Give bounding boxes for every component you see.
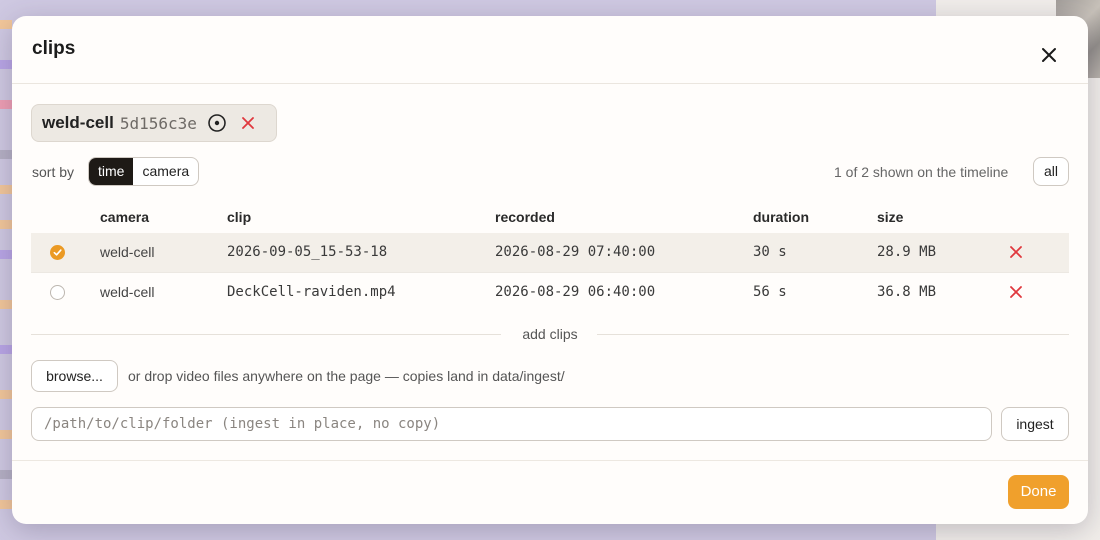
- column-header-size: size: [877, 209, 904, 225]
- row-duration: 30 s: [753, 244, 787, 260]
- row-size: 36.8 MB: [877, 284, 937, 300]
- locate-camera-button[interactable]: [207, 113, 227, 133]
- ingest-button[interactable]: ingest: [1001, 407, 1069, 441]
- close-icon: [1010, 286, 1022, 298]
- folder-path-input[interactable]: [31, 407, 992, 441]
- dialog-title: clips: [32, 38, 76, 59]
- row-camera: weld-cell: [100, 244, 155, 260]
- column-header-camera: camera: [100, 209, 150, 225]
- timeline-toggle-checked[interactable]: [50, 245, 65, 260]
- camera-id: 5d156c3e: [119, 113, 197, 133]
- column-header-clip: clip: [227, 209, 252, 225]
- camera-filter-chip: weld-cell 5d156c3e: [31, 104, 277, 142]
- close-icon: [1042, 48, 1056, 62]
- row-clip-name: DeckCell-raviden.mp4: [227, 284, 396, 300]
- close-icon: [1010, 246, 1022, 258]
- camera-name: weld-cell: [42, 113, 114, 132]
- browse-button[interactable]: browse...: [31, 360, 118, 392]
- add-clips-label: add clips: [510, 326, 590, 342]
- row-recorded: 2026-08-29 06:40:00: [495, 284, 656, 300]
- sort-camera-button[interactable]: camera: [133, 158, 198, 185]
- row-clip-name: 2026-09-05_15-53-18: [227, 244, 388, 260]
- row-recorded: 2026-08-29 07:40:00: [495, 244, 656, 260]
- remove-clip-button[interactable]: [1008, 284, 1024, 300]
- check-icon: [53, 249, 62, 256]
- background-stripes: [0, 0, 12, 540]
- add-clips-heading: add clips: [12, 326, 1088, 342]
- table-row[interactable]: weld-cell 2026-09-05_15-53-18 2026-08-29…: [31, 233, 1069, 272]
- row-size: 28.9 MB: [877, 244, 937, 260]
- sort-toggle: time camera: [88, 157, 200, 186]
- row-camera: weld-cell: [100, 284, 155, 300]
- dialog-header: clips: [12, 16, 1088, 84]
- sort-label: sort by: [32, 164, 75, 180]
- clips-dialog: clips weld-cell 5d156c3e sort by time ca…: [12, 16, 1088, 524]
- target-icon: [208, 114, 226, 132]
- footer-divider: [12, 460, 1088, 461]
- show-all-button[interactable]: all: [1033, 157, 1069, 186]
- column-header-duration: duration: [753, 209, 809, 225]
- row-duration: 56 s: [753, 284, 787, 300]
- sort-time-button[interactable]: time: [89, 158, 134, 185]
- close-icon: [241, 117, 254, 129]
- timeline-count: 1 of 2 shown on the timeline: [834, 164, 1009, 180]
- drop-hint: or drop video files anywhere on the page…: [128, 368, 565, 384]
- remove-clip-button[interactable]: [1008, 244, 1024, 260]
- column-header-recorded: recorded: [495, 209, 555, 225]
- remove-camera-button[interactable]: [239, 114, 257, 132]
- close-button[interactable]: [1032, 38, 1066, 72]
- done-button[interactable]: Done: [1008, 475, 1069, 509]
- timeline-toggle-unchecked[interactable]: [50, 285, 65, 300]
- table-row[interactable]: weld-cell DeckCell-raviden.mp4 2026-08-2…: [31, 272, 1069, 311]
